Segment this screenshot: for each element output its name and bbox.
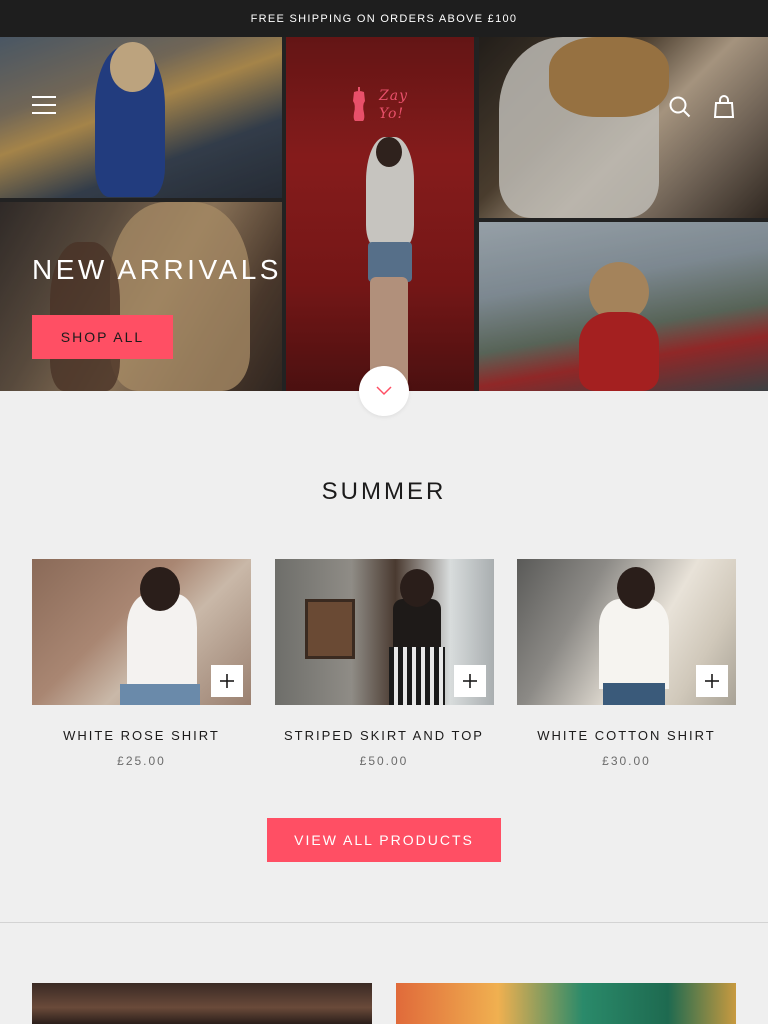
section-divider: [0, 922, 768, 923]
shop-all-button[interactable]: SHOP ALL: [32, 315, 173, 359]
product-card[interactable]: WHITE ROSE SHIRT £25.00: [32, 559, 251, 768]
hero-title: NEW ARRIVALS: [32, 254, 282, 285]
dress-form-icon: [353, 87, 365, 121]
collection-image-1[interactable]: [32, 983, 372, 1024]
quick-add-button[interactable]: [211, 665, 243, 697]
chevron-down-icon: [376, 386, 392, 396]
announcement-text: FREE SHIPPING ON ORDERS ABOVE £100: [250, 12, 518, 25]
product-image[interactable]: [32, 559, 251, 705]
product-name[interactable]: WHITE COTTON SHIRT: [517, 728, 736, 743]
product-price: £50.00: [359, 754, 409, 768]
plus-icon: [463, 674, 477, 688]
product-card[interactable]: WHITE COTTON SHIRT £30.00: [517, 559, 736, 768]
quick-add-button[interactable]: [696, 665, 728, 697]
scroll-down-button[interactable]: [359, 366, 409, 416]
search-icon[interactable]: [669, 96, 691, 118]
product-image[interactable]: [517, 559, 736, 705]
logo-text-line-1: Zay: [379, 88, 408, 104]
product-card[interactable]: STRIPED SKIRT AND TOP £50.00: [275, 559, 494, 768]
bag-icon[interactable]: [713, 95, 735, 119]
logo-text-line-2: Yo!: [379, 106, 405, 122]
menu-icon[interactable]: [32, 96, 56, 116]
collection-title: SUMMER: [321, 478, 447, 505]
plus-icon: [220, 674, 234, 688]
plus-icon: [705, 674, 719, 688]
store-logo[interactable]: Zay Yo!: [349, 87, 419, 127]
product-name[interactable]: WHITE ROSE SHIRT: [32, 728, 251, 743]
announcement-bar: FREE SHIPPING ON ORDERS ABOVE £100: [0, 0, 768, 37]
collection-image-2[interactable]: [396, 983, 736, 1024]
product-price: £30.00: [602, 754, 651, 768]
product-price: £25.00: [117, 754, 166, 768]
quick-add-button[interactable]: [454, 665, 486, 697]
product-name[interactable]: STRIPED SKIRT AND TOP: [275, 728, 493, 743]
product-image[interactable]: [275, 559, 494, 705]
view-all-products-button[interactable]: VIEW ALL PRODUCTS: [267, 818, 501, 862]
